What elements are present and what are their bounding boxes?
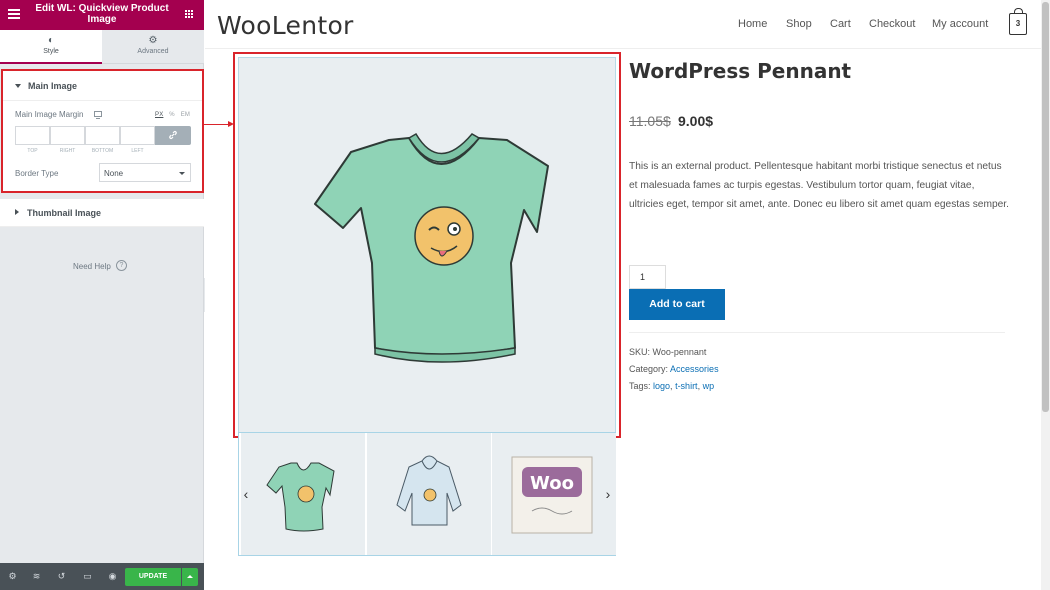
- thumbnail-tshirt[interactable]: [241, 433, 365, 555]
- border-type-label: Border Type: [15, 169, 59, 178]
- tab-style-label: Style: [43, 48, 59, 55]
- category-link[interactable]: Accessories: [670, 364, 719, 374]
- need-help-link[interactable]: Need Help: [73, 262, 111, 271]
- header-divider: [205, 48, 1041, 49]
- unit-em[interactable]: EM: [181, 112, 190, 118]
- gear-icon: ⚙: [148, 35, 158, 46]
- tab-advanced[interactable]: ⚙ Advanced: [102, 30, 204, 64]
- panel-header: Edit WL: Quickview Product Image: [0, 0, 204, 30]
- tag-link-wp[interactable]: wp: [703, 381, 715, 391]
- main-product-image[interactable]: [238, 57, 616, 433]
- link-icon: [169, 130, 177, 140]
- product-description: This is an external product. Pellentesqu…: [629, 161, 1009, 210]
- scrollbar-thumb[interactable]: [1042, 2, 1049, 412]
- main-image-section-title: Main Image: [28, 81, 78, 91]
- panel-title: Edit WL: Quickview Product Image: [35, 3, 169, 25]
- hoodie-thumb-illustration: [396, 455, 462, 526]
- nav-cart[interactable]: Cart: [830, 18, 851, 30]
- cart-count: 3: [1015, 19, 1021, 28]
- quantity-input[interactable]: 1: [629, 265, 666, 289]
- question-icon[interactable]: ?: [116, 260, 127, 271]
- settings-icon[interactable]: ⚙: [7, 571, 18, 582]
- thumbnail-poster[interactable]: Woo: [492, 433, 616, 555]
- widgets-grid-icon[interactable]: [185, 10, 195, 20]
- border-type-value: None: [104, 169, 124, 178]
- regular-price: 11.05$: [629, 113, 671, 129]
- thumbnail-gallery: Woo: [238, 432, 616, 556]
- nav-my-account[interactable]: My account: [932, 18, 988, 30]
- chevron-right-icon[interactable]: ›: [603, 486, 613, 502]
- main-image-section-header[interactable]: Main Image: [3, 71, 202, 101]
- thumbnail-hoodie[interactable]: [367, 433, 491, 555]
- margin-dimensions: TOP RIGHT BOTTOM LEFT: [15, 126, 191, 154]
- margin-bottom-input[interactable]: [85, 126, 120, 145]
- half-circle-icon: ◐: [47, 35, 55, 46]
- nav-shop[interactable]: Shop: [786, 18, 812, 30]
- add-to-cart-button[interactable]: Add to cart: [629, 289, 725, 320]
- site-logo[interactable]: WooLentor: [217, 11, 354, 40]
- main-image-highlight: [233, 52, 621, 438]
- update-options-button[interactable]: [182, 568, 198, 586]
- border-type-select[interactable]: None: [99, 163, 191, 182]
- hamburger-menu-icon[interactable]: [8, 9, 20, 19]
- margin-left-label: LEFT: [131, 148, 144, 154]
- panel-footer: ⚙ ≋ ↺ ▭ ◉ UPDATE: [0, 563, 204, 590]
- sku-value: Woo-pennant: [652, 347, 707, 357]
- product-category: Category: Accessories: [629, 364, 719, 374]
- nav-home[interactable]: Home: [738, 18, 767, 30]
- meta-divider: [629, 332, 1005, 333]
- margin-left-input[interactable]: [120, 126, 155, 145]
- tag-link-tshirt[interactable]: t-shirt: [675, 381, 698, 391]
- product-tags: Tags: logo, t-shirt, wp: [629, 381, 715, 391]
- product-title: WordPress Pennant: [629, 59, 852, 83]
- poster-thumb-illustration: Woo: [511, 456, 593, 534]
- tag-link-logo[interactable]: logo: [653, 381, 670, 391]
- sale-price: 9.00$: [678, 113, 714, 129]
- callout-arrow: [204, 124, 230, 125]
- panel-tabs: ◐ Style ⚙ Advanced: [0, 30, 204, 64]
- chevron-left-icon[interactable]: ‹: [241, 486, 251, 502]
- tshirt-illustration: [314, 132, 549, 363]
- product-sku: SKU: Woo-pennant: [629, 347, 706, 357]
- caret-right-icon: [15, 209, 19, 215]
- margin-right-input[interactable]: [50, 126, 85, 145]
- main-image-section: Main Image Main Image Margin PX % EM TOP…: [1, 69, 204, 193]
- thumbnail-image-section-title: Thumbnail Image: [27, 208, 102, 218]
- tab-advanced-label: Advanced: [137, 48, 169, 55]
- thumbnail-image-section-header[interactable]: Thumbnail Image: [0, 199, 204, 227]
- unit-switcher: PX % EM: [155, 112, 194, 118]
- editor-panel: Edit WL: Quickview Product Image ◐ Style…: [0, 0, 204, 590]
- navigator-layers-icon[interactable]: ≋: [31, 571, 42, 582]
- scrollbar[interactable]: [1041, 0, 1050, 590]
- tshirt-thumb-illustration: [266, 462, 335, 532]
- cart-bag-icon[interactable]: 3: [1009, 8, 1027, 35]
- preview-eye-icon[interactable]: ◉: [107, 571, 118, 582]
- unit-px[interactable]: PX: [155, 112, 163, 118]
- history-icon[interactable]: ↺: [56, 571, 67, 582]
- app-window: Edit WL: Quickview Product Image ◐ Style…: [0, 0, 1050, 590]
- link-values-button[interactable]: [155, 126, 191, 145]
- tab-style[interactable]: ◐ Style: [0, 30, 102, 64]
- tags-label: Tags:: [629, 381, 651, 391]
- chevron-down-icon: [179, 172, 185, 175]
- poster-logo-text: Woo: [530, 473, 574, 494]
- margin-bottom-label: BOTTOM: [91, 148, 114, 154]
- category-label: Category:: [629, 364, 669, 374]
- unit-percent[interactable]: %: [169, 112, 175, 118]
- caret-down-icon: [15, 84, 21, 88]
- responsive-mode-icon[interactable]: ▭: [82, 571, 93, 582]
- nav-checkout[interactable]: Checkout: [869, 18, 915, 30]
- margin-top-input[interactable]: [15, 126, 50, 145]
- margin-label: Main Image Margin: [15, 110, 84, 119]
- responsive-desktop-icon[interactable]: [94, 111, 102, 119]
- margin-top-label: TOP: [27, 148, 38, 154]
- margin-right-label: RIGHT: [59, 148, 76, 154]
- update-button[interactable]: UPDATE: [125, 568, 181, 586]
- sku-label: SKU:: [629, 347, 651, 357]
